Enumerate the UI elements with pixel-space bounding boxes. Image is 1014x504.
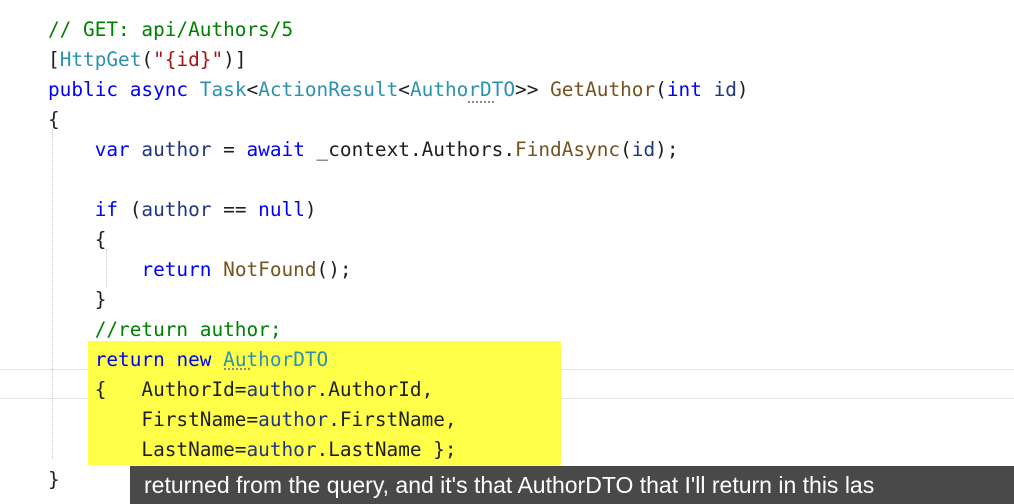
code-token: ( [620, 138, 632, 161]
code-token: ); [655, 138, 679, 161]
code-token: AuthorDTO [409, 78, 516, 101]
code-token: ( [141, 48, 154, 71]
code-token: ( [118, 198, 142, 221]
code-line-13[interactable]: { AuthorId=author.AuthorId, [48, 375, 434, 405]
code-token: await [246, 138, 305, 161]
code-token: NotFound [223, 258, 317, 281]
code-token: return [94, 348, 165, 371]
code-token: public [48, 78, 119, 101]
suggestion-dots-authordto-generic [468, 101, 494, 103]
code-token: null [258, 198, 305, 221]
code-token: async [129, 78, 189, 101]
code-token: Task [199, 78, 247, 101]
code-line-2[interactable]: [HttpGet("{id}")] [48, 45, 247, 75]
code-editor[interactable]: // GET: api/Authors/5 [HttpGet("{id}")] pu… [0, 0, 1014, 504]
code-token: { AuthorId= [48, 378, 247, 401]
code-token: .AuthorId, [316, 378, 434, 401]
code-token: } [48, 288, 107, 311]
code-token: id [631, 138, 656, 161]
code-token: ) [304, 198, 317, 221]
code-line-5[interactable]: var author = await _context.Authors.Find… [48, 135, 679, 165]
video-caption: returned from the query, and it's that A… [130, 466, 1014, 504]
code-token: // GET: api/Authors/5 [48, 18, 294, 41]
code-token: author [246, 378, 317, 401]
code-line-14[interactable]: FirstName=author.FirstName, [48, 405, 457, 435]
code-line-8[interactable]: { [48, 225, 107, 255]
code-line-7[interactable]: if (author == null) [48, 195, 317, 225]
code-token: ActionResult [258, 78, 399, 101]
code-token: if [94, 198, 119, 221]
code-token: int [666, 78, 702, 101]
code-token: LastName= [48, 438, 247, 461]
code-token: var [94, 138, 130, 161]
code-token: author [258, 408, 329, 431]
code-token: .FirstName, [328, 408, 457, 431]
code-token: .LastName }; [316, 438, 457, 461]
code-line-12[interactable]: return new AuthorDTO [48, 345, 329, 375]
code-token: < [398, 78, 410, 101]
code-token: ) [736, 78, 749, 101]
code-token: author [141, 198, 212, 221]
code-token: ( [655, 78, 667, 101]
code-line-4[interactable]: { [48, 105, 60, 135]
code-token: FirstName= [48, 408, 259, 431]
code-token: _context.Authors. [304, 138, 516, 161]
code-token: FindAsync [515, 138, 621, 161]
code-token: id [713, 78, 737, 101]
code-token: >> [515, 78, 551, 101]
code-token: = [211, 138, 247, 161]
code-token: { [48, 108, 60, 131]
caption-text: returned from the query, and it's that A… [144, 472, 875, 498]
code-line-9[interactable]: return NotFound(); [48, 255, 352, 285]
code-line-10[interactable]: } [48, 285, 107, 315]
code-token: author [141, 138, 212, 161]
code-token: "{id}" [153, 48, 224, 71]
code-token: [ [48, 48, 60, 71]
code-token: GetAuthor [550, 78, 656, 101]
code-token: new [176, 348, 212, 371]
suggestion-dots-authordto-new [224, 368, 250, 370]
code-line-1[interactable]: // GET: api/Authors/5 [48, 15, 293, 45]
code-line-3[interactable]: public async Task<ActionResult<AuthorDTO… [48, 75, 749, 105]
code-token: HttpGet [59, 48, 142, 71]
code-token: == [211, 198, 259, 221]
code-token: < [246, 78, 259, 101]
code-token: //return author; [94, 318, 282, 341]
code-token: { [48, 228, 107, 251]
code-line-15[interactable]: LastName=author.LastName }; [48, 435, 457, 465]
code-token: } [48, 468, 60, 491]
code-token: author [246, 438, 317, 461]
code-token: (); [316, 258, 352, 281]
code-line-16[interactable]: } [48, 465, 60, 495]
code-line-11[interactable]: //return author; [48, 315, 282, 345]
code-token: )] [223, 48, 247, 71]
code-token: return [141, 258, 212, 281]
